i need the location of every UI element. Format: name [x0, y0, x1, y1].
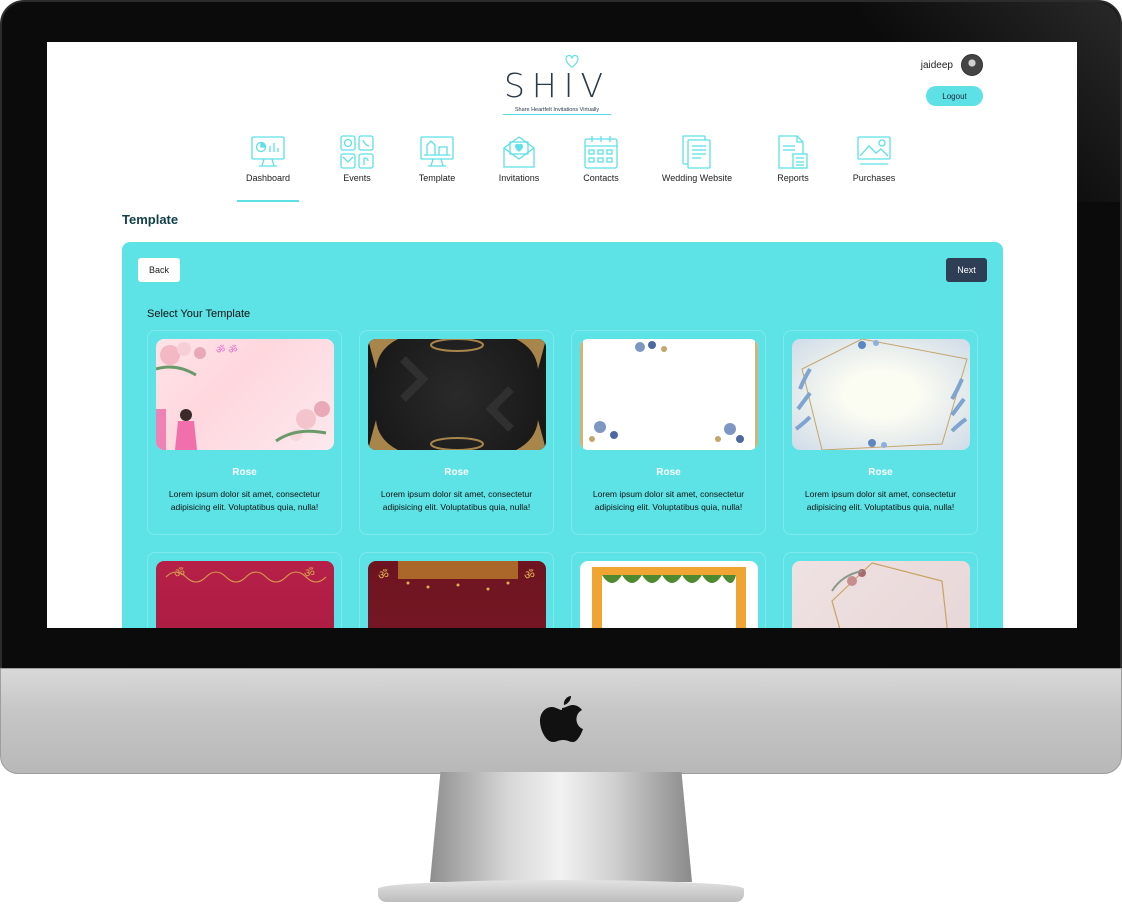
apple-logo-icon: [540, 696, 583, 742]
active-indicator: [237, 200, 299, 202]
select-template-heading: Select Your Template: [147, 308, 251, 320]
template-name: Rose: [656, 467, 681, 478]
logo-tagline: Share Heartfelt Invitations Virtually: [503, 107, 611, 115]
template-icon: [420, 136, 454, 167]
template-thumbnail: ॐ ॐ: [368, 561, 546, 628]
svg-text:ॐ: ॐ: [378, 568, 389, 582]
nav-item-contacts[interactable]: Contacts: [565, 134, 637, 194]
svg-text:ॐ: ॐ: [524, 568, 535, 582]
app-screen: SHIV Share Heartfelt Invitations Virtual…: [47, 42, 1077, 628]
dashboard-icon: [251, 136, 285, 167]
nav-label: Wedding Website: [661, 173, 733, 183]
events-icon: [340, 135, 374, 169]
template-card[interactable]: ॐ ॐ: [359, 552, 554, 628]
wedding-website-icon: [682, 135, 711, 169]
nav-label: Invitations: [498, 173, 540, 183]
template-name: Rose: [444, 467, 469, 478]
nav-label: Template: [418, 173, 456, 183]
nav-label: Purchases: [852, 173, 896, 183]
svg-text:ॐ: ॐ: [304, 566, 315, 580]
nav-label: Dashboard: [245, 173, 291, 183]
template-card[interactable]: [571, 552, 766, 628]
next-button[interactable]: Next: [946, 258, 987, 282]
nav-label: Events: [343, 173, 371, 183]
svg-text:ॐ ॐ: ॐ ॐ: [216, 344, 237, 356]
nav-item-invitations[interactable]: Invitations: [473, 134, 565, 194]
user-menu[interactable]: jaideep: [921, 54, 983, 76]
page-title: Template: [122, 212, 179, 227]
template-description: Lorem ipsum dolor sit amet, consectetur …: [168, 489, 321, 512]
nav-item-wedding-website[interactable]: Wedding Website: [637, 134, 757, 194]
template-thumbnail: ॐ ॐ: [156, 561, 334, 628]
nav-label: Reports: [777, 173, 809, 183]
purchases-icon: [857, 136, 891, 165]
invitation-envelope-icon: [503, 136, 535, 168]
avatar[interactable]: [961, 54, 983, 76]
template-panel: Back Next Select Your Template ॐ ॐ Rose …: [122, 242, 1003, 628]
nav-item-template[interactable]: Template: [401, 134, 473, 194]
nav-label: Contacts: [583, 173, 619, 183]
template-description: Lorem ipsum dolor sit amet, consectetur …: [592, 489, 745, 512]
reports-icon: [778, 135, 808, 169]
template-card[interactable]: ॐ ॐ Rose Lorem ipsum dolor sit amet, con…: [147, 330, 342, 535]
heart-icon: [565, 54, 579, 69]
template-thumbnail: [368, 339, 546, 450]
username: jaideep: [920, 59, 953, 71]
template-thumbnail: [792, 339, 970, 450]
template-thumbnail: [580, 339, 758, 450]
template-card[interactable]: ॐ ॐ: [147, 552, 342, 628]
template-card[interactable]: Rose Lorem ipsum dolor sit amet, consect…: [571, 330, 766, 535]
main-nav: Dashboard Events Template Invitations Co…: [233, 134, 919, 202]
back-button[interactable]: Back: [138, 258, 180, 282]
nav-item-reports[interactable]: Reports: [757, 134, 829, 194]
template-card[interactable]: Rose Lorem ipsum dolor sit amet, consect…: [783, 330, 978, 535]
imac-frame: SHIV Share Heartfelt Invitations Virtual…: [0, 0, 1122, 904]
template-name: Rose: [232, 467, 257, 478]
template-description: Lorem ipsum dolor sit amet, consectetur …: [380, 489, 533, 512]
svg-text:ॐ: ॐ: [174, 566, 185, 580]
logout-button[interactable]: Logout: [926, 86, 983, 106]
template-name: Rose: [868, 467, 893, 478]
monitor-stand: [430, 772, 692, 882]
nav-item-dashboard[interactable]: Dashboard: [233, 134, 303, 202]
nav-item-purchases[interactable]: Purchases: [829, 134, 919, 194]
contacts-calendar-icon: [584, 136, 618, 169]
template-description: Lorem ipsum dolor sit amet, consectetur …: [804, 489, 957, 512]
template-thumbnail: [580, 561, 758, 628]
template-thumbnail: [792, 561, 970, 628]
template-card[interactable]: [783, 552, 978, 628]
app-logo[interactable]: SHIV Share Heartfelt Invitations Virtual…: [503, 48, 611, 118]
logo-text: SHIV: [503, 66, 611, 105]
nav-item-events[interactable]: Events: [313, 134, 401, 194]
template-card[interactable]: Rose Lorem ipsum dolor sit amet, consect…: [359, 330, 554, 535]
monitor-stand-base: [378, 880, 744, 902]
template-thumbnail: ॐ ॐ: [156, 339, 334, 450]
